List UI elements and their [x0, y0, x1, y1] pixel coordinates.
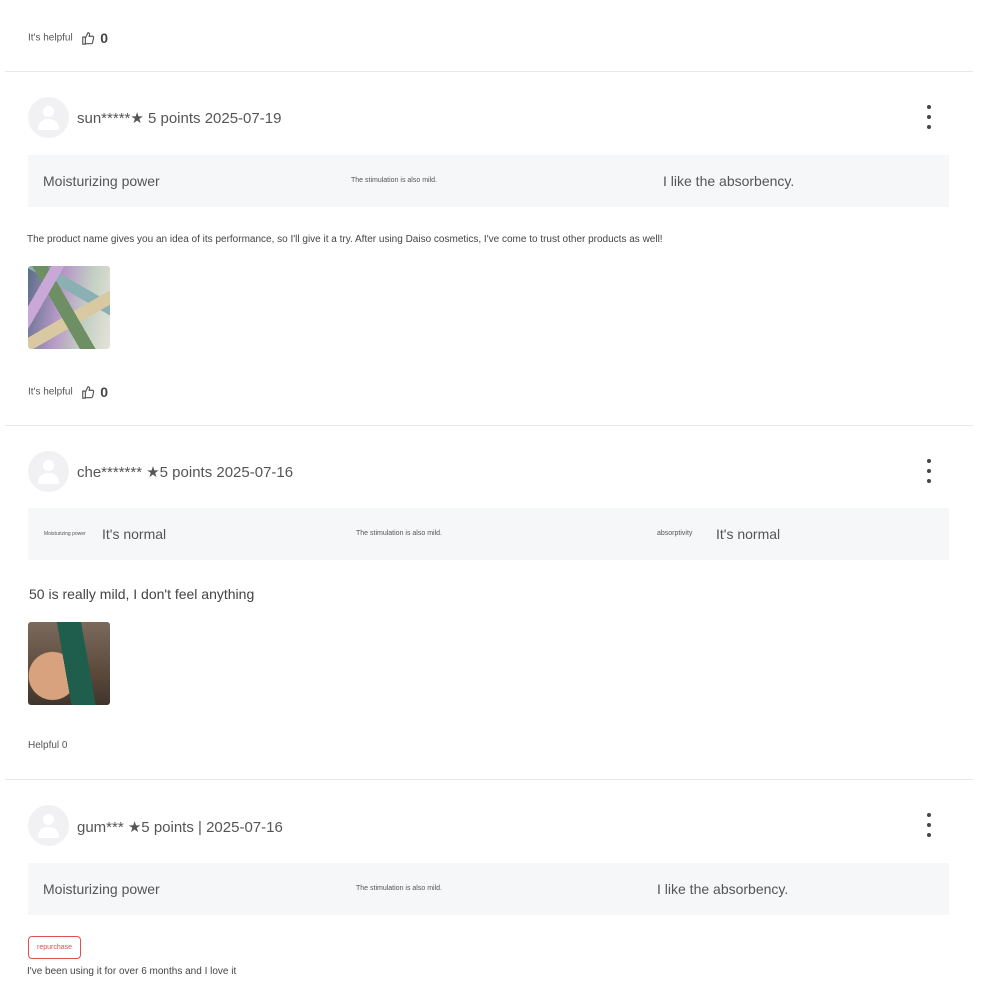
review-photo[interactable] — [28, 266, 110, 349]
review-text: I've been using it for over 6 months and… — [27, 966, 237, 977]
review-header: che******* ★5 points 2025-07-16 — [77, 464, 294, 481]
more-vertical-icon[interactable] — [920, 811, 938, 841]
more-vertical-icon[interactable] — [920, 457, 938, 487]
user-avatar-icon — [28, 805, 69, 846]
divider — [5, 71, 973, 72]
helpful-label: It's helpful — [28, 386, 73, 398]
user-avatar-icon — [28, 97, 69, 138]
eval-absorptivity-value: It's normal — [716, 526, 781, 542]
helpful-text[interactable]: Helpful 0 — [28, 740, 67, 751]
helpful-button[interactable]: It's helpful 0 — [28, 30, 108, 46]
review-header: sun*****★ 5 points 2025-07-19 — [77, 110, 282, 127]
review-text: 50 is really mild, I don't feel anything — [29, 586, 255, 602]
more-vertical-icon[interactable] — [920, 103, 938, 133]
eval-absorptivity-label: absorptivity — [657, 530, 693, 537]
thumbs-up-icon — [81, 32, 94, 45]
evaluation-bar: Moisturizing power The stimulation is al… — [28, 155, 949, 207]
eval-absorbency: I like the absorbency. — [657, 881, 789, 897]
repurchase-badge: repurchase — [28, 936, 81, 959]
eval-moisturizing-value: It's normal — [102, 526, 167, 542]
review-text: The product name gives you an idea of it… — [27, 234, 663, 245]
review-header: gum*** ★5 points | 2025-07-16 — [77, 819, 283, 836]
thumbs-up-icon — [81, 386, 94, 399]
helpful-count: 0 — [100, 384, 109, 400]
eval-stimulation: The stimulation is also mild. — [356, 530, 442, 537]
review-photo[interactable] — [28, 622, 110, 705]
user-avatar-icon — [28, 451, 69, 492]
evaluation-bar: Moisturizing power The stimulation is al… — [28, 863, 949, 915]
helpful-button[interactable]: It's helpful 0 — [28, 384, 108, 400]
evaluation-bar: Moisturizing power It's normal The stimu… — [28, 508, 949, 560]
eval-absorbency: I like the absorbency. — [663, 173, 795, 189]
divider — [5, 779, 973, 780]
eval-moisturizing: Moisturizing power — [43, 173, 160, 189]
eval-moisturizing: Moisturizing power — [43, 881, 160, 897]
helpful-count: 0 — [100, 30, 109, 46]
divider — [5, 425, 973, 426]
eval-stimulation: The stimulation is also mild. — [351, 177, 437, 184]
eval-stimulation: The stimulation is also mild. — [356, 885, 442, 892]
eval-moisturizing-label: Moisturizing power — [44, 531, 86, 537]
helpful-label: It's helpful — [28, 32, 73, 44]
